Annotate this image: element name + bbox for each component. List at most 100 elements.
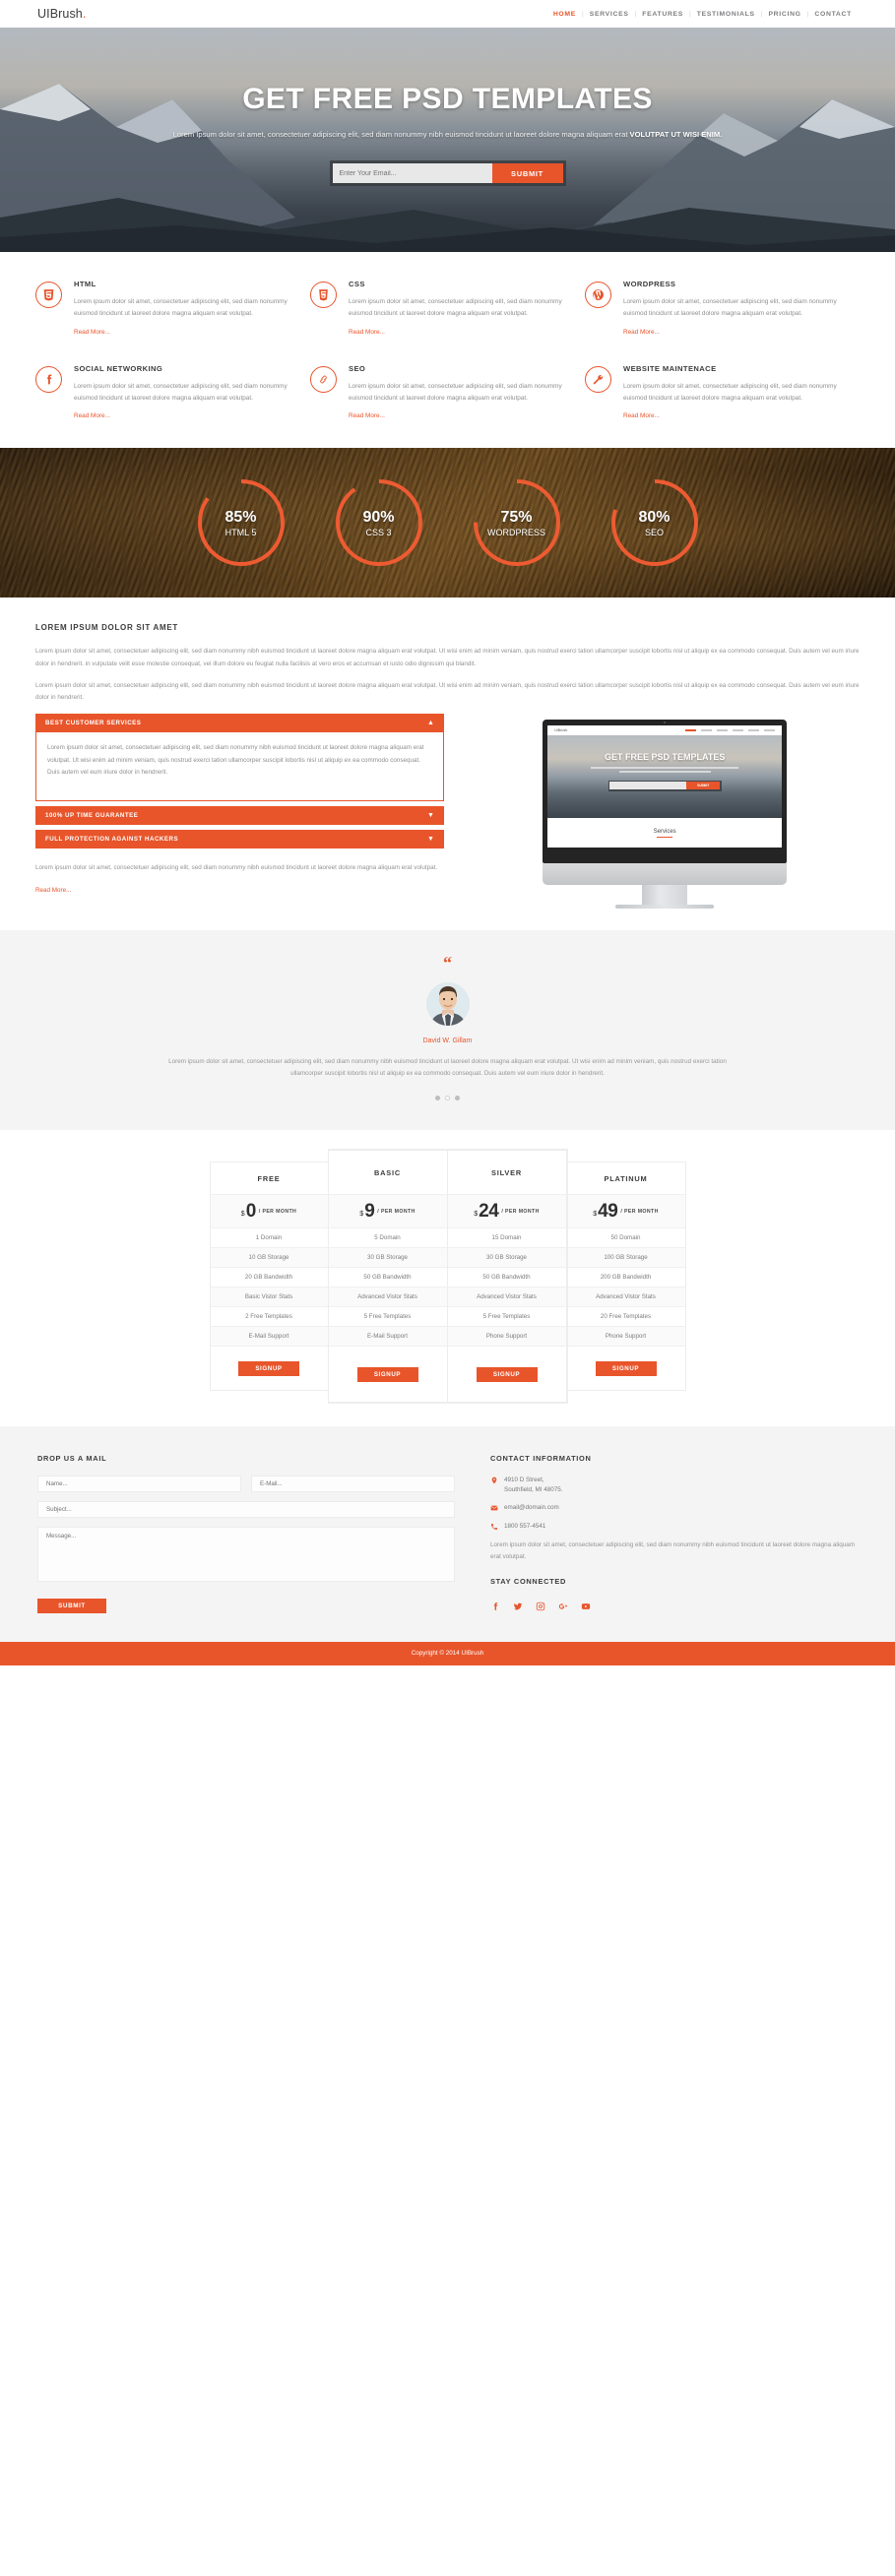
about-paragraph-1: Lorem ipsum dolor sit amet, consectetuer… bbox=[35, 648, 860, 667]
plan-feature: Phone Support bbox=[566, 1327, 685, 1348]
plan-currency: $ bbox=[593, 1211, 598, 1219]
signup-button[interactable]: SIGNUP bbox=[595, 1360, 657, 1376]
accordion-item-best-customer-services: BEST CUSTOMER SERVICES ▲ Lorem ipsum dol… bbox=[35, 714, 445, 802]
plan-name: BASIC bbox=[328, 1151, 447, 1196]
features-row: BEST CUSTOMER SERVICES ▲ Lorem ipsum dol… bbox=[35, 714, 860, 910]
service-text: Lorem ipsum dolor sit amet, consectetuer… bbox=[349, 382, 562, 402]
skill-name: WORDPRESS bbox=[486, 527, 545, 537]
monitor-stand-base bbox=[615, 905, 715, 910]
service-card-html[interactable]: HTML Lorem ipsum dolor sit amet, consect… bbox=[35, 280, 310, 339]
plan-price: $0/ PER MONTH bbox=[210, 1195, 328, 1229]
skills-section: 85% HTML 5 90% CSS 3 75% WORDPRESS 80% S… bbox=[0, 448, 895, 598]
nav-item-testimonials[interactable]: TESTIMONIALS bbox=[691, 11, 761, 18]
skill-circle-html5: 85% HTML 5 bbox=[194, 475, 288, 570]
signup-button[interactable]: SIGNUP bbox=[476, 1366, 538, 1382]
plan-price: $49/ PER MONTH bbox=[566, 1195, 685, 1229]
accordion-header[interactable]: 100% UP TIME GUARANTEE ▼ bbox=[35, 806, 445, 826]
skill-percent: 85% bbox=[224, 508, 257, 526]
service-text: Lorem ipsum dolor sit amet, consectetuer… bbox=[74, 382, 288, 402]
name-input[interactable] bbox=[37, 1476, 241, 1493]
service-card-css[interactable]: CSS Lorem ipsum dolor sit amet, consecte… bbox=[310, 280, 585, 339]
monitor-chin bbox=[543, 863, 788, 886]
service-read-more-link[interactable]: Read More... bbox=[623, 329, 660, 336]
service-body: WEBSITE MAINTENACE Lorem ipsum dolor sit… bbox=[623, 364, 846, 423]
service-card-seo[interactable]: SEO Lorem ipsum dolor sit amet, consecte… bbox=[310, 364, 585, 423]
service-card-wordpress[interactable]: WORDPRESS Lorem ipsum dolor sit amet, co… bbox=[585, 280, 860, 339]
about-heading: LOREM IPSUM DOLOR SIT AMET bbox=[35, 623, 179, 633]
plan-price: $24/ PER MONTH bbox=[447, 1195, 566, 1229]
testimonial-section: “ David W. Gillam Lorem ipsum dolor sit … bbox=[0, 930, 895, 1131]
skill-name: HTML 5 bbox=[224, 527, 257, 537]
site-header: UIBrush. HOME | SERVICES | FEATURES | TE… bbox=[0, 0, 895, 28]
instagram-icon[interactable] bbox=[536, 1599, 545, 1616]
carousel-dot-1[interactable] bbox=[435, 1096, 440, 1101]
accordion-read-more-link[interactable]: Read More... bbox=[35, 885, 71, 897]
skill-percent: 80% bbox=[638, 508, 671, 526]
service-read-more-link[interactable]: Read More... bbox=[74, 412, 110, 419]
mockup-text-line bbox=[618, 771, 711, 773]
service-body: CSS Lorem ipsum dolor sit amet, consecte… bbox=[349, 280, 571, 339]
twitter-icon[interactable] bbox=[513, 1599, 523, 1616]
plan-feature: 15 Domain bbox=[447, 1228, 566, 1249]
landing-page: UIBrush. HOME | SERVICES | FEATURES | TE… bbox=[0, 0, 895, 1665]
service-body: WORDPRESS Lorem ipsum dolor sit amet, co… bbox=[623, 280, 846, 339]
plan-feature: Advanced Vistor Stats bbox=[566, 1288, 685, 1308]
hero-subtitle-plain: Lorem Ipsum dolor sit amet, consectetuer… bbox=[172, 130, 630, 139]
phone-text[interactable]: 1800 557-4541 bbox=[504, 1522, 545, 1532]
message-textarea[interactable] bbox=[37, 1527, 455, 1583]
accordion-header[interactable]: BEST CUSTOMER SERVICES ▲ bbox=[35, 714, 445, 733]
service-read-more-link[interactable]: Read More... bbox=[623, 412, 660, 419]
email-input[interactable] bbox=[251, 1476, 455, 1493]
email-input[interactable] bbox=[332, 163, 492, 184]
mockup-nav-link bbox=[717, 729, 729, 732]
accordion-footer: Lorem ipsum dolor sit amet, consectetuer… bbox=[35, 862, 444, 897]
mockup-email-field bbox=[609, 782, 687, 790]
map-pin-icon bbox=[490, 1476, 504, 1484]
contact-submit-button[interactable]: SUBMIT bbox=[37, 1599, 106, 1614]
contact-form-heading: DROP US A MAIL bbox=[37, 1454, 107, 1464]
service-read-more-link[interactable]: Read More... bbox=[74, 329, 110, 336]
skill-circle-wordpress: 75% WORDPRESS bbox=[470, 475, 564, 570]
youtube-icon[interactable] bbox=[581, 1599, 591, 1616]
contact-description: Lorem ipsum dolor sit amet, consectetuer… bbox=[490, 1540, 855, 1560]
nav-item-home[interactable]: HOME bbox=[547, 11, 582, 18]
copyright-bar: Copyright © 2014 UIBrush bbox=[0, 1641, 895, 1665]
signup-button[interactable]: SIGNUP bbox=[238, 1360, 299, 1376]
hero-submit-button[interactable]: SUBMIT bbox=[491, 163, 563, 184]
mockup-submit-button: SUBMIT bbox=[686, 782, 721, 790]
service-body: SOCIAL NETWORKING Lorem ipsum dolor sit … bbox=[74, 364, 296, 423]
service-card-website-maintenance[interactable]: WEBSITE MAINTENACE Lorem ipsum dolor sit… bbox=[585, 364, 860, 423]
google-plus-icon[interactable] bbox=[558, 1599, 568, 1616]
facebook-icon[interactable] bbox=[490, 1599, 500, 1616]
plan-feature: 30 GB Storage bbox=[328, 1248, 447, 1269]
avatar-illustration bbox=[425, 981, 470, 1026]
nav-item-services[interactable]: SERVICES bbox=[584, 11, 635, 18]
plan-feature: 5 Free Templates bbox=[447, 1307, 566, 1328]
nav-item-features[interactable]: FEATURES bbox=[636, 11, 689, 18]
plan-amount: 9 bbox=[364, 1200, 375, 1222]
nav-item-contact[interactable]: CONTACT bbox=[808, 11, 858, 18]
plan-cta-cell: SIGNUP bbox=[329, 1347, 447, 1402]
service-read-more-link[interactable]: Read More... bbox=[349, 412, 385, 419]
mockup-services-label: Services bbox=[653, 828, 676, 835]
plan-feature: 50 GB Bandwidth bbox=[447, 1268, 566, 1288]
accordion-header[interactable]: FULL PROTECTION AGAINST HACKERS ▼ bbox=[35, 830, 445, 849]
mockup-nav: UIBrush. bbox=[547, 725, 783, 736]
signup-button[interactable]: SIGNUP bbox=[356, 1366, 418, 1382]
phone-icon bbox=[490, 1522, 504, 1531]
plan-feature: E-Mail Support bbox=[210, 1327, 328, 1348]
service-read-more-link[interactable]: Read More... bbox=[349, 329, 385, 336]
service-card-social-networking[interactable]: SOCIAL NETWORKING Lorem ipsum dolor sit … bbox=[35, 364, 310, 423]
subject-input[interactable] bbox=[37, 1501, 455, 1519]
accordion-title: 100% UP TIME GUARANTEE bbox=[45, 812, 139, 820]
address-line-1: 4910 D Street, bbox=[504, 1476, 544, 1484]
carousel-dot-3[interactable] bbox=[455, 1096, 460, 1101]
nav-item-pricing[interactable]: PRICING bbox=[762, 11, 806, 18]
plan-feature: 20 Free Templates bbox=[566, 1307, 685, 1328]
carousel-dot-2[interactable] bbox=[445, 1096, 450, 1101]
email-text[interactable]: email@domain.com bbox=[504, 1503, 559, 1513]
site-logo[interactable]: UIBrush. bbox=[37, 7, 86, 21]
mockup-nav-link bbox=[748, 729, 760, 732]
logo-text: UIBrush bbox=[37, 7, 83, 21]
stay-connected-heading: STAY CONNECTED bbox=[490, 1576, 567, 1586]
